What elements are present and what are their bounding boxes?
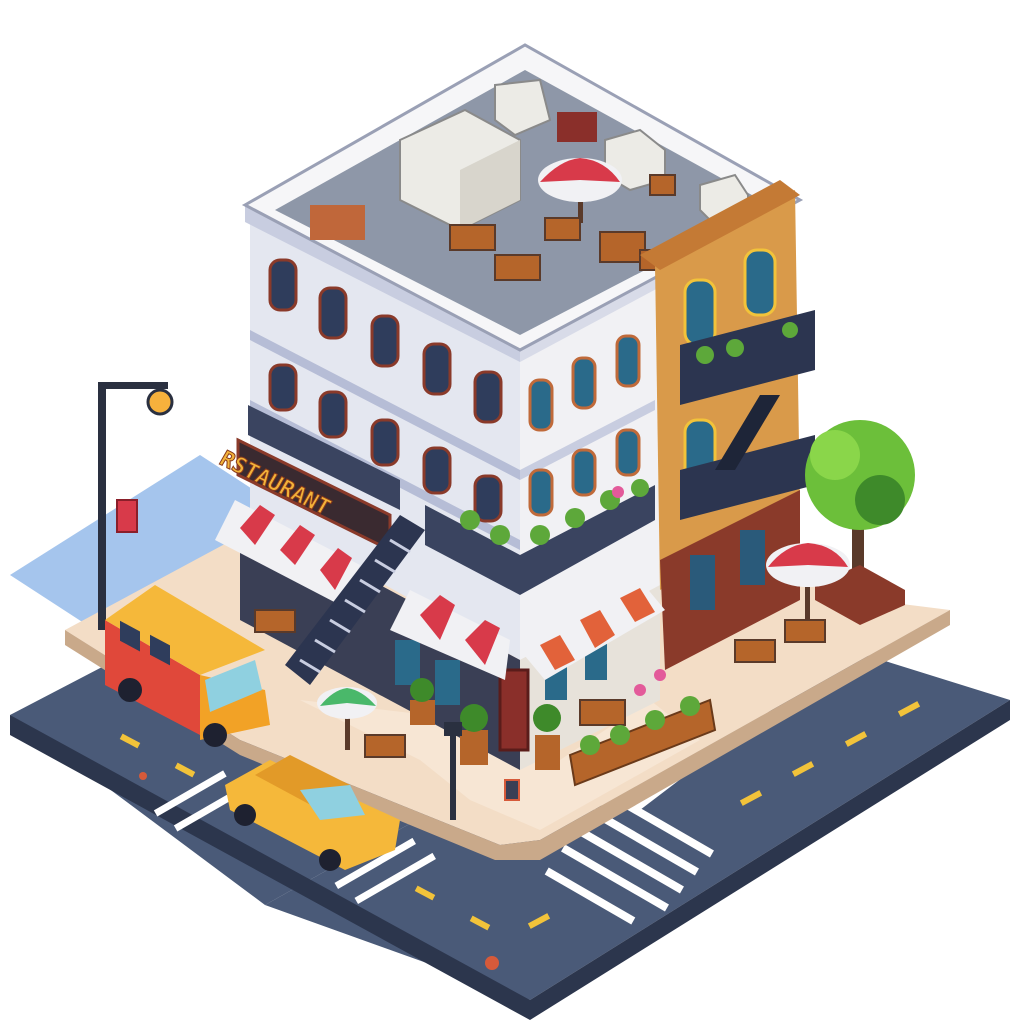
van-wheel-back <box>118 678 142 702</box>
manhole <box>485 956 499 970</box>
orange-building <box>640 180 815 670</box>
tree <box>805 420 915 625</box>
lamp-post <box>98 385 106 630</box>
rooftop-planter <box>557 112 597 142</box>
isometric-restaurant-scene: RSTAURANT <box>10 43 1010 1020</box>
trash-can <box>504 779 520 801</box>
rooftop-crate <box>310 205 365 240</box>
taxi-wheel-front <box>319 849 341 871</box>
lamp-light <box>146 388 174 416</box>
lamp-banner <box>116 499 138 533</box>
main-door <box>498 668 530 752</box>
lamp-arm <box>98 382 168 389</box>
taxi-wheel-back <box>234 804 256 826</box>
manhole-2 <box>139 772 147 780</box>
van-wheel-front <box>203 723 227 747</box>
